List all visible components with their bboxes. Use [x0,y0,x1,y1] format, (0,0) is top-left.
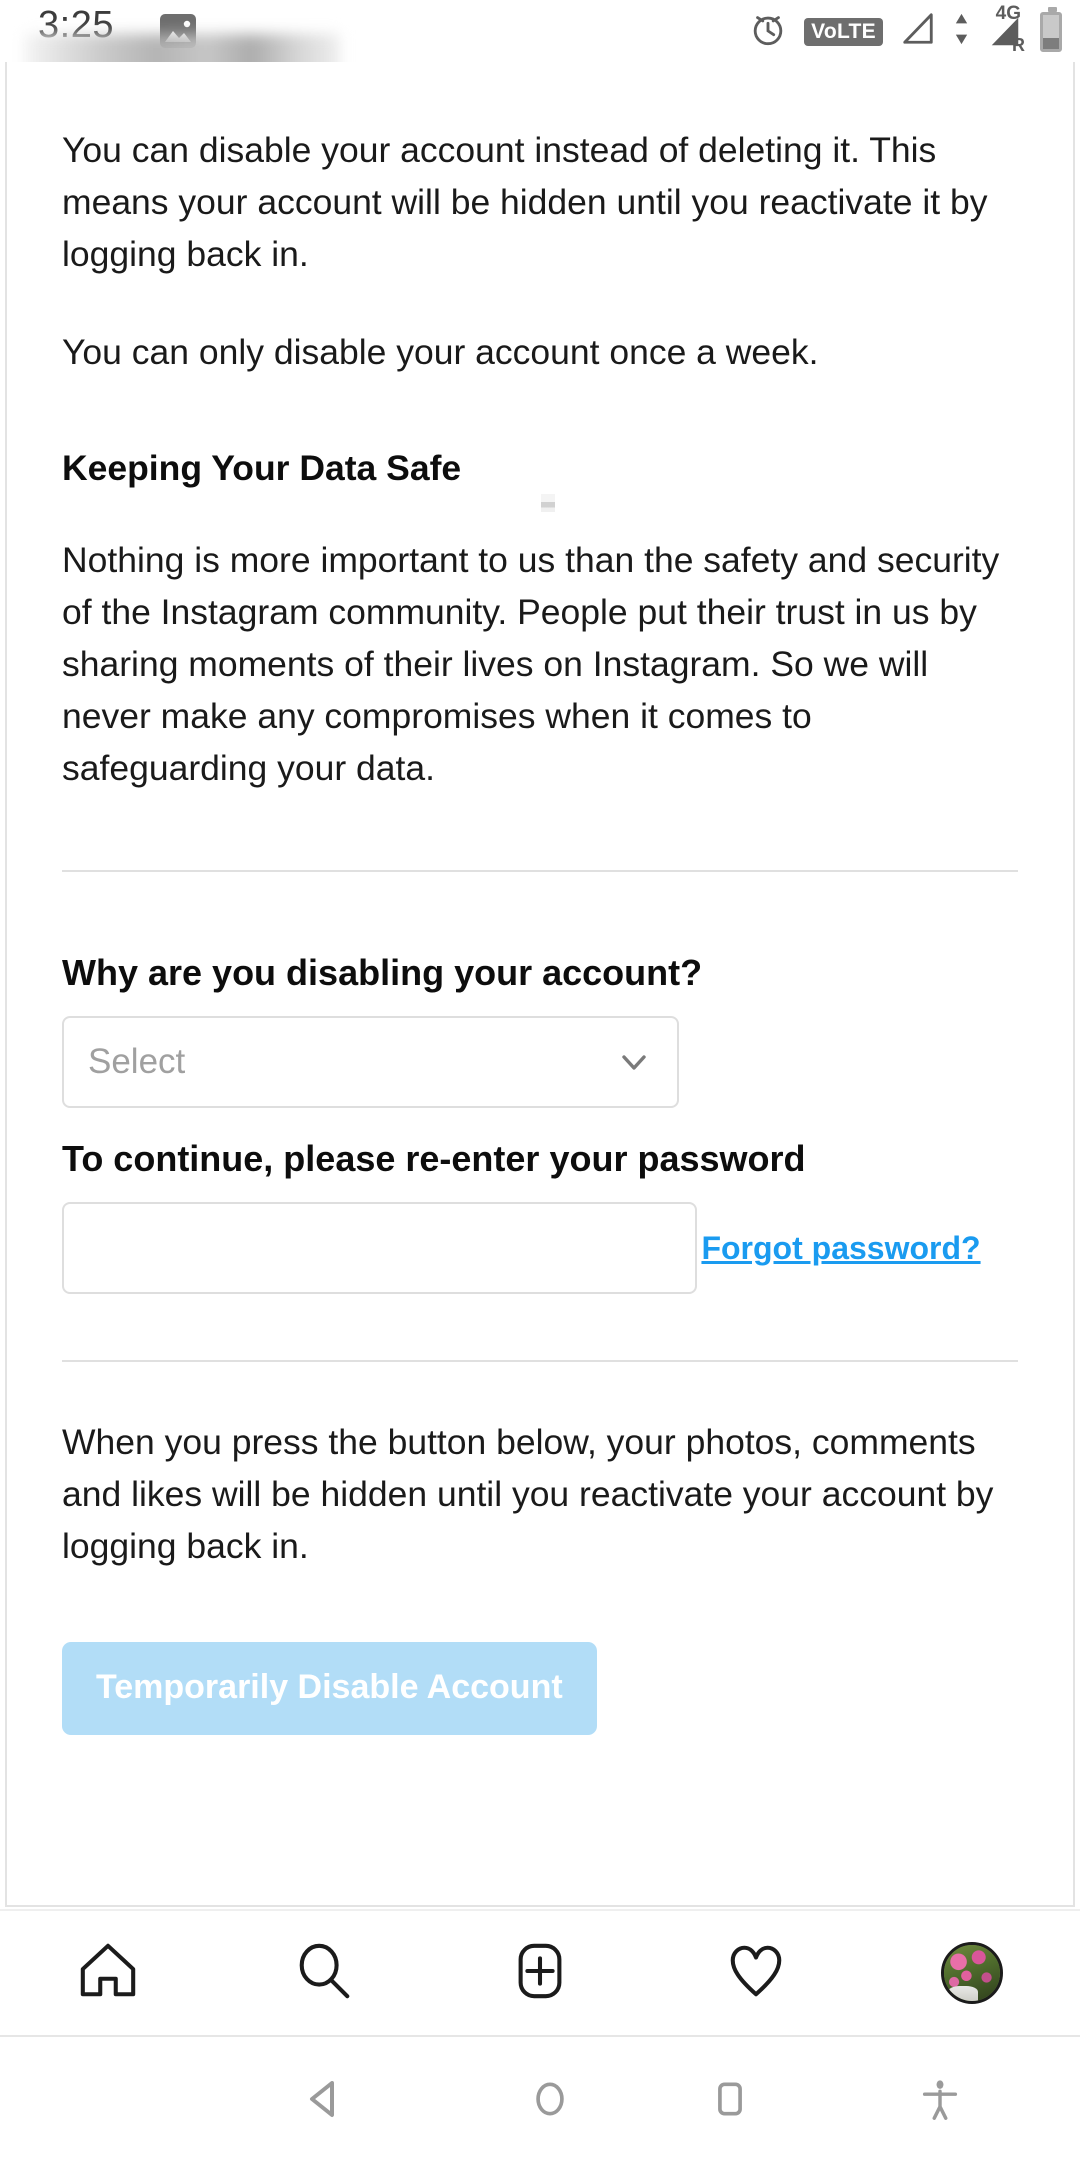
disable-frequency-paragraph: You can only disable your account once a… [62,326,1018,378]
nav-item-activity[interactable] [681,1923,831,2023]
disable-reason-select[interactable]: Select [62,1016,679,1108]
section-divider-top [62,870,1018,872]
chevron-down-icon [617,1045,651,1079]
footer-note-paragraph: When you press the button below, your ph… [62,1416,1018,1572]
password-prompt-heading: To continue, please re-enter your passwo… [62,1138,1018,1180]
system-recents-button[interactable] [640,2037,820,2160]
home-icon [77,1940,139,2007]
temporarily-disable-account-button[interactable]: Temporarily Disable Account [62,1642,597,1735]
system-back-button[interactable] [190,2037,460,2160]
render-artifact [541,494,555,512]
status-bar-icons: VoLTE 4G R [749,10,1062,53]
password-input[interactable] [62,1202,697,1294]
data-safe-heading: Keeping Your Data Safe [62,444,1018,492]
instagram-bottom-nav [0,1909,1080,2037]
forgot-password-link[interactable]: Forgot password? [701,1230,980,1267]
volte-badge: VoLTE [804,18,883,46]
android-system-nav [0,2037,1080,2160]
signal-roaming-group: 4G R [987,13,1023,51]
network-type-label: 4G [996,3,1021,25]
recents-square-icon [708,2077,752,2121]
battery-icon [1040,12,1062,52]
disable-info-paragraph: You can disable your account instead of … [62,124,1018,280]
back-icon [301,2075,349,2123]
accessibility-icon [917,2076,963,2122]
nav-item-profile[interactable] [897,1923,1047,2023]
add-post-icon [509,1940,571,2007]
page-content: You can disable your account instead of … [7,124,1073,794]
reason-question-heading: Why are you disabling your account? [62,952,1018,994]
nav-item-search[interactable] [249,1923,399,2023]
system-home-button[interactable] [460,2037,640,2160]
roaming-label: R [1012,35,1025,56]
section-divider-bottom [62,1360,1018,1362]
footer-section: When you press the button below, your ph… [7,1416,1073,1735]
profile-avatar [941,1942,1003,2004]
alarm-clock-icon [749,10,787,53]
settings-webview: You can disable your account instead of … [5,62,1075,1907]
search-icon [293,1940,355,2007]
data-safe-paragraph: Nothing is more important to us than the… [62,534,1018,794]
heart-icon [725,1940,787,2007]
status-bar: 3:25 VoLTE [0,0,1080,62]
form-section: Why are you disabling your account? Sele… [7,952,1073,1294]
home-circle-icon [528,2077,572,2121]
system-accessibility-button[interactable] [850,2037,1030,2160]
data-transfer-icon [953,11,970,52]
nav-item-add-post[interactable] [465,1923,615,2023]
disable-reason-selected-value: Select [88,1042,185,1082]
nav-item-home[interactable] [33,1923,183,2023]
signal-empty-icon [900,10,936,53]
phone-screen: 3:25 VoLTE [0,0,1080,2160]
